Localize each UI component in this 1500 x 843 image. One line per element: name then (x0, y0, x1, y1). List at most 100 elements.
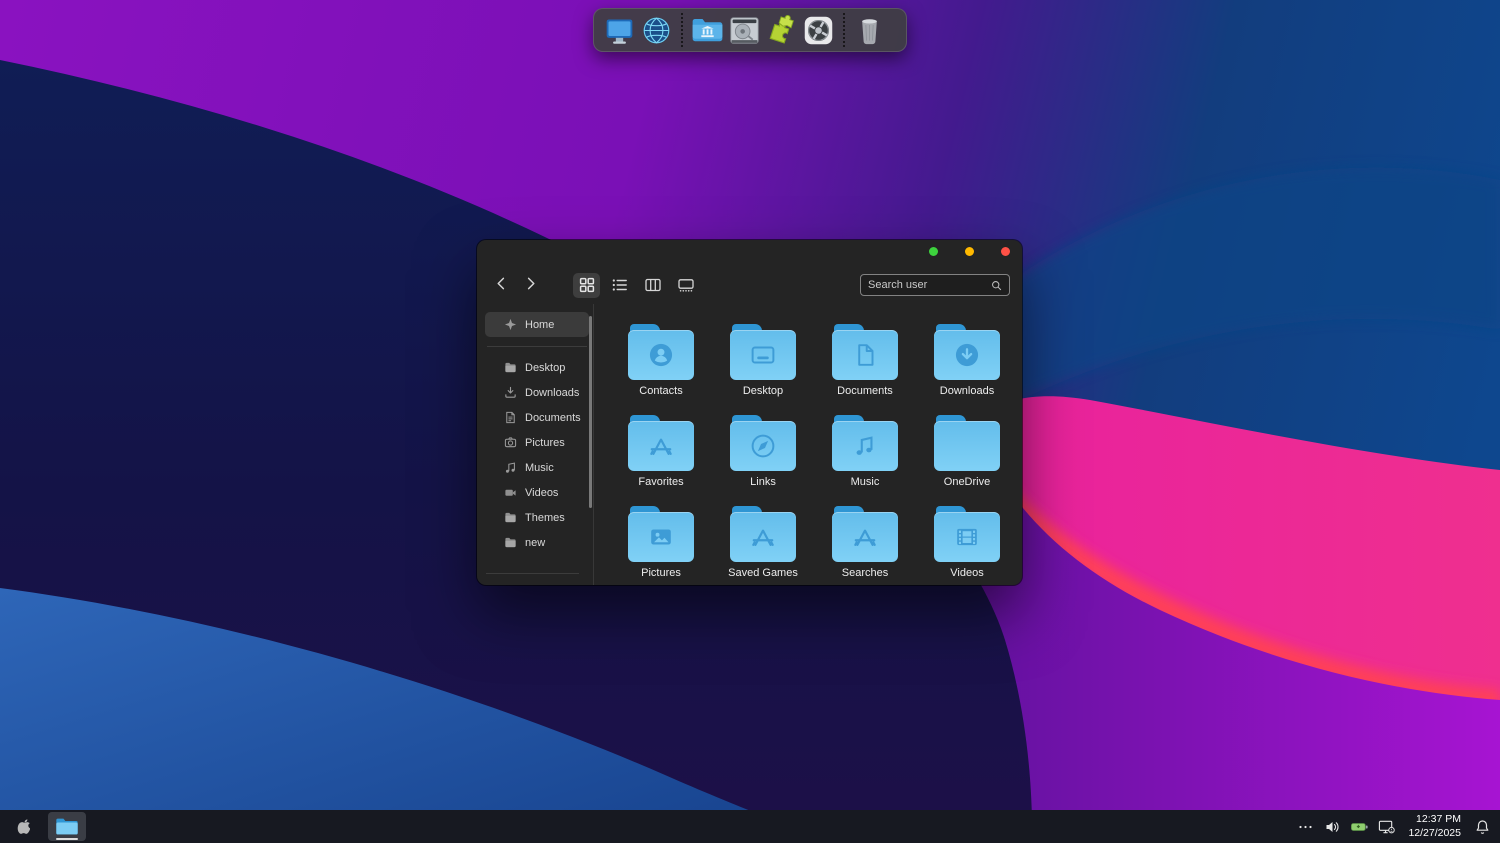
dock-item-network-globe[interactable] (638, 11, 675, 49)
traffic-light-red[interactable] (1001, 247, 1010, 256)
folder-label: Downloads (939, 385, 995, 397)
document-small-icon (504, 411, 517, 424)
folder-item-favorites[interactable]: Favorites (610, 415, 712, 506)
display-tray-icon (1378, 819, 1396, 835)
star-icon (504, 318, 517, 331)
folder-icon (832, 506, 898, 562)
taskbar-clock[interactable]: 12:37 PM 12/27/2025 (1400, 813, 1469, 840)
folder-small-icon (504, 536, 517, 549)
music-glyph (850, 431, 880, 461)
sidebar-item-videos[interactable]: Videos (485, 480, 589, 505)
bell-icon (1474, 819, 1491, 835)
folder-item-searches[interactable]: Searches (814, 506, 916, 585)
sidebar-item-home[interactable]: Home (485, 312, 589, 337)
dock-item-display[interactable] (601, 11, 638, 49)
traffic-light-yellow[interactable] (965, 247, 974, 256)
back-icon (494, 276, 509, 294)
folder-icon (730, 506, 796, 562)
folder-label: Favorites (638, 476, 684, 488)
traffic-light-green[interactable] (929, 247, 938, 256)
window-titlebar[interactable] (477, 240, 1022, 266)
sidebar-item-label: Themes (525, 511, 565, 524)
folder-label: Saved Games (728, 567, 798, 579)
dock-separator (681, 13, 683, 47)
view-button-grid-view[interactable] (573, 272, 600, 298)
folder-item-videos[interactable]: Videos (916, 506, 1018, 585)
folder-item-contacts[interactable]: Contacts (610, 324, 712, 415)
view-mode-group (573, 272, 699, 298)
tray-button-display-tray[interactable] (1373, 810, 1400, 843)
battery-icon (1351, 819, 1369, 835)
folder-item-music[interactable]: Music (814, 415, 916, 506)
gallery-view-icon (677, 276, 695, 294)
search-input[interactable] (868, 279, 991, 291)
folder-icon (628, 324, 694, 380)
sidebar: Home Desktop Downloads Documents Picture… (477, 304, 593, 585)
sidebar-item-new[interactable]: new (485, 530, 589, 555)
forward-icon (523, 276, 538, 294)
view-button-columns-view[interactable] (639, 273, 666, 298)
folder-item-documents[interactable]: Documents (814, 324, 916, 415)
tray-button-battery[interactable] (1346, 810, 1373, 843)
top-dock (593, 8, 907, 52)
camera-small-icon (504, 436, 517, 449)
sidebar-divider (487, 346, 587, 347)
desktop-glyph (748, 340, 778, 370)
sidebar-item-pictures[interactable]: Pictures (485, 430, 589, 455)
folder-label: Contacts (639, 385, 683, 397)
sidebar-item-music[interactable]: Music (485, 455, 589, 480)
dock-item-settings[interactable] (800, 11, 837, 49)
taskbar-app-explorer-folder[interactable] (48, 812, 86, 841)
view-button-gallery-view[interactable] (672, 273, 699, 298)
ellipsis-icon (1297, 819, 1314, 835)
folder-item-desktop[interactable]: Desktop (712, 324, 814, 415)
sidebar-item-label: new (525, 536, 546, 549)
nav-button-back[interactable] (489, 273, 513, 297)
folder-icon (934, 324, 1000, 380)
dock-item-trash[interactable] (851, 11, 888, 49)
explorer-folder-icon (55, 817, 79, 836)
sidebar-item-documents[interactable]: Documents (485, 405, 589, 430)
folder-icon (832, 324, 898, 380)
folder-grid: Contacts Desktop Documents Downloads Fav… (594, 304, 1022, 585)
sidebar-item-label: Pictures (525, 436, 565, 449)
folder-item-links[interactable]: Links (712, 415, 814, 506)
nav-button-forward[interactable] (518, 273, 542, 297)
download-small-icon (504, 386, 517, 399)
search-icon (991, 280, 1002, 291)
sidebar-item-label: Documents (525, 411, 581, 424)
dock-item-harddrive[interactable] (726, 11, 763, 49)
sidebar-scrollbar[interactable] (589, 316, 592, 508)
tray-button-volume[interactable] (1319, 810, 1346, 843)
settings-icon (802, 14, 835, 47)
sidebar-item-desktop[interactable]: Desktop (485, 355, 589, 380)
apple-icon (17, 818, 32, 835)
document-glyph (850, 340, 880, 370)
sidebar-item-label: Downloads (525, 386, 580, 399)
videocam-small-icon (504, 486, 517, 499)
sidebar-item-label: Videos (525, 486, 559, 499)
clock-time: 12:37 PM (1416, 812, 1461, 825)
search-box (860, 274, 1010, 296)
sidebar-item-downloads[interactable]: Downloads (485, 380, 589, 405)
folder-item-pictures[interactable]: Pictures (610, 506, 712, 585)
tray-button-ellipsis[interactable] (1292, 810, 1319, 843)
view-button-list-view[interactable] (606, 273, 633, 298)
folder-item-onedrive[interactable]: OneDrive (916, 415, 1018, 506)
system-tray: 12:37 PM 12/27/2025 (1292, 810, 1500, 843)
folder-item-downloads[interactable]: Downloads (916, 324, 1018, 415)
appstore-glyph (748, 522, 778, 552)
dock-item-library-folder[interactable] (689, 11, 726, 49)
dock-separator (843, 13, 845, 47)
dock-item-puzzle[interactable] (763, 11, 800, 49)
volume-icon (1324, 819, 1341, 835)
folder-icon (730, 324, 796, 380)
apple-start-button[interactable] (10, 810, 38, 843)
window-toolbar (477, 266, 1022, 304)
folder-item-saved-games[interactable]: Saved Games (712, 506, 814, 585)
notifications-button[interactable] (1469, 810, 1496, 843)
sidebar-item-themes[interactable]: Themes (485, 505, 589, 530)
film-glyph (952, 522, 982, 552)
folder-label: Videos (950, 567, 984, 579)
folder-icon (934, 415, 1000, 471)
